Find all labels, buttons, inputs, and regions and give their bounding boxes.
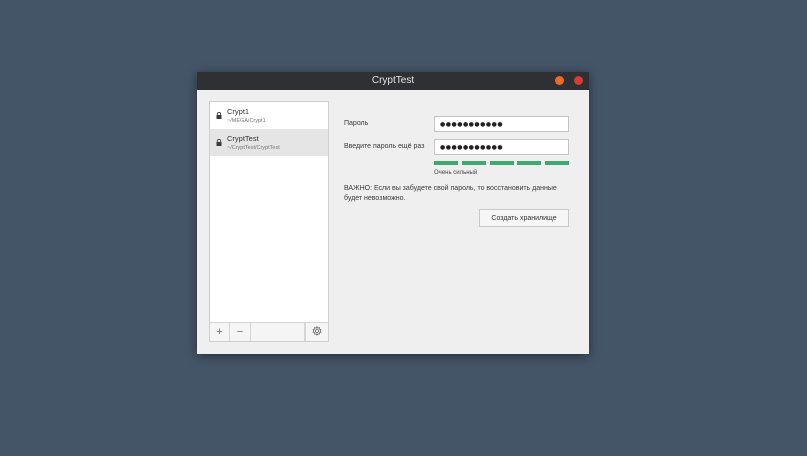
title-bar[interactable]: CryptTest — [197, 72, 589, 90]
toolbar-spacer — [251, 323, 305, 341]
lock-icon — [216, 112, 222, 119]
vault-item-crypttest[interactable]: CryptTest ~/CryptTest/CryptTest — [210, 129, 328, 156]
strength-label: Очень сильный — [434, 170, 478, 176]
confirm-password-field[interactable] — [434, 139, 569, 155]
vault-path: ~/CryptTest/CryptTest — [227, 145, 280, 151]
vault-path: ~/MEGA/Crypt1 — [227, 118, 266, 124]
lock-icon — [216, 139, 222, 146]
remove-vault-button[interactable]: − — [230, 323, 251, 341]
strength-segment — [461, 161, 486, 165]
settings-button[interactable] — [305, 323, 328, 341]
confirm-password-label: Введите пароль ещё раз — [344, 143, 425, 150]
close-button[interactable] — [574, 76, 583, 85]
create-vault-button[interactable]: Создать хранилище — [479, 209, 569, 227]
strength-segment — [489, 161, 514, 165]
minimize-button[interactable] — [555, 76, 564, 85]
vault-name: CryptTest — [227, 134, 259, 143]
window-title: CryptTest — [371, 75, 415, 86]
plus-icon: + — [216, 326, 223, 338]
password-strength-meter — [434, 161, 569, 165]
warning-text: ВАЖНО: Если вы забудете свой пароль, то … — [344, 185, 557, 202]
vault-list: Crypt1 ~/MEGA/Crypt1 CryptTest ~/CryptTe… — [209, 101, 329, 342]
strength-segment — [545, 161, 569, 165]
gear-icon — [312, 325, 322, 339]
add-vault-button[interactable]: + — [210, 323, 230, 341]
strength-segment — [517, 161, 542, 165]
password-label: Пароль — [344, 120, 369, 127]
strength-segment — [434, 161, 458, 165]
vault-name: Crypt1 — [227, 107, 250, 116]
password-field[interactable] — [434, 116, 569, 132]
minus-icon: − — [236, 326, 244, 338]
vault-item-crypt1[interactable]: Crypt1 ~/MEGA/Crypt1 — [210, 102, 328, 129]
vault-list-toolbar: + − — [210, 322, 328, 341]
crypttest-window: CryptTest Crypt1 ~/MEGA/Crypt1 CryptTest… — [197, 72, 589, 354]
